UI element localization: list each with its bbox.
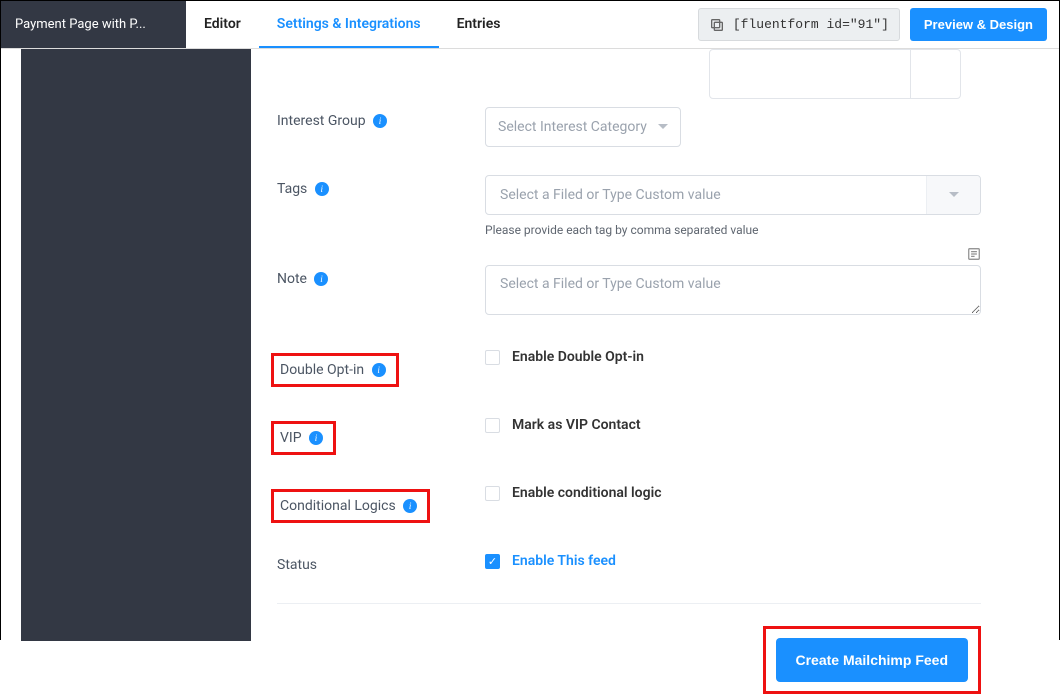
row-note: Note i — [277, 265, 981, 319]
status-checkbox-label[interactable]: Enable This feed — [512, 553, 616, 569]
highlight-vip: VIP i — [271, 421, 336, 455]
info-icon[interactable]: i — [373, 114, 387, 128]
row-status: Status ✓ Enable This feed — [277, 551, 981, 573]
shortcode-insert-icon[interactable] — [967, 247, 981, 265]
conditional-checkbox-label[interactable]: Enable conditional logic — [512, 485, 662, 501]
vip-checkbox[interactable] — [485, 418, 500, 433]
tags-select[interactable]: Select a Filed or Type Custom value — [485, 175, 981, 215]
note-textarea[interactable] — [485, 265, 981, 315]
preview-button[interactable]: Preview & Design — [910, 8, 1047, 41]
tab-settings[interactable]: Settings & Integrations — [259, 1, 439, 48]
submit-row: Create Mailchimp Feed — [277, 626, 981, 694]
row-double-optin: Double Opt-in i Enable Double Opt-in — [277, 347, 981, 387]
tags-dropdown-toggle[interactable] — [926, 176, 980, 214]
row-tags: Tags i Select a Filed or Type Custom val… — [277, 175, 981, 237]
spacer — [518, 1, 689, 48]
interest-group-placeholder: Select Interest Category — [498, 119, 647, 135]
right-gutter — [1021, 49, 1059, 641]
highlight-create-button: Create Mailchimp Feed — [763, 626, 982, 694]
left-gutter — [1, 49, 21, 641]
divider — [277, 603, 981, 604]
info-icon[interactable]: i — [372, 363, 386, 377]
label-tags: Tags i — [277, 175, 485, 237]
row-vip: VIP i Mark as VIP Contact — [277, 415, 981, 455]
label-interest-group: Interest Group i — [277, 107, 485, 147]
double-optin-checkbox[interactable] — [485, 350, 500, 365]
label-conditional: Conditional Logics — [280, 498, 396, 514]
label-double-optin: Double Opt-in — [280, 362, 364, 378]
row-conditional: Conditional Logics i Enable conditional … — [277, 483, 981, 523]
previous-field-remnant — [709, 49, 961, 99]
tab-editor[interactable]: Editor — [186, 1, 259, 48]
label-note: Note i — [277, 265, 485, 319]
double-optin-checkbox-label[interactable]: Enable Double Opt-in — [512, 349, 644, 365]
chevron-down-icon — [949, 187, 959, 203]
tab-group: Editor Settings & Integrations Entries — [186, 1, 518, 48]
highlight-double-optin: Double Opt-in i — [271, 353, 399, 387]
highlight-conditional: Conditional Logics i — [271, 489, 430, 523]
tab-entries[interactable]: Entries — [439, 1, 519, 48]
shortcode-copy[interactable]: [fluentform id="91"] — [698, 8, 900, 41]
label-status: Status — [277, 551, 485, 573]
copy-icon — [709, 17, 725, 33]
wp-admin-sidebar — [21, 49, 251, 641]
info-icon[interactable]: i — [403, 499, 417, 513]
page-title: Payment Page with P... — [1, 1, 186, 48]
integration-form: Interest Group i Select Interest Categor… — [251, 49, 1021, 641]
interest-group-select[interactable]: Select Interest Category — [485, 107, 681, 147]
shortcode-text: [fluentform id="91"] — [733, 17, 889, 32]
vip-checkbox-label[interactable]: Mark as VIP Contact — [512, 417, 641, 433]
conditional-checkbox[interactable] — [485, 486, 500, 501]
info-icon[interactable]: i — [309, 431, 323, 445]
label-vip: VIP — [280, 430, 302, 446]
tags-placeholder: Select a Filed or Type Custom value — [500, 187, 721, 203]
info-icon[interactable]: i — [314, 272, 328, 286]
top-bar: Payment Page with P... Editor Settings &… — [1, 1, 1059, 49]
create-feed-button[interactable]: Create Mailchimp Feed — [776, 638, 969, 682]
tags-helper: Please provide each tag by comma separat… — [485, 223, 981, 237]
status-checkbox[interactable]: ✓ — [485, 554, 500, 569]
chevron-down-icon — [658, 119, 668, 135]
row-interest-group: Interest Group i Select Interest Categor… — [277, 107, 981, 147]
info-icon[interactable]: i — [315, 182, 329, 196]
